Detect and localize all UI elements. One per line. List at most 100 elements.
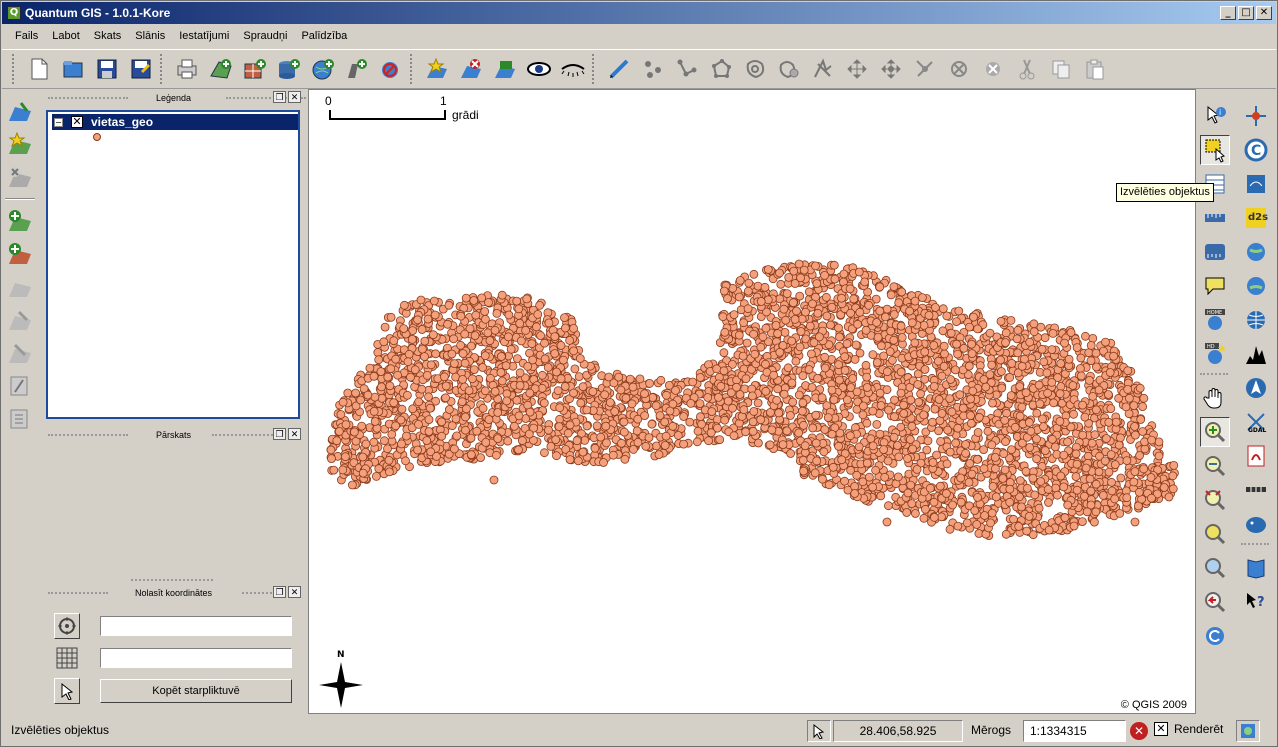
float-dock-button[interactable]: ❐ (273, 91, 286, 103)
delimited-text-icon[interactable]: d2s (1241, 203, 1271, 233)
legend-layer-row[interactable]: − ✕ vietas_geo (52, 114, 298, 130)
copy-features-icon[interactable] (1047, 55, 1075, 83)
menu-plugins[interactable]: Spraudņi (236, 30, 294, 42)
postgis-elephant-icon[interactable] (1241, 509, 1271, 539)
zoom-full-icon[interactable] (1200, 485, 1230, 515)
maximize-button[interactable]: □ (1238, 6, 1254, 20)
save-as-icon[interactable] (127, 55, 155, 83)
toolbar-grip[interactable] (592, 54, 596, 84)
delete-part-icon[interactable] (945, 55, 973, 83)
canvas-coord-field[interactable] (100, 648, 292, 668)
capture-polygon-icon[interactable] (707, 55, 735, 83)
select-features-icon[interactable] (1200, 135, 1230, 165)
remove-layer-icon[interactable] (377, 55, 405, 83)
pdf-icon[interactable] (1241, 441, 1271, 471)
measure-area-icon[interactable] (1200, 237, 1230, 267)
split-features-icon[interactable] (809, 55, 837, 83)
projection-icon[interactable] (1236, 720, 1260, 742)
add-vector-layer-icon[interactable] (5, 206, 35, 236)
add-island-icon[interactable] (775, 55, 803, 83)
map-canvas[interactable]: 0 1 grādi N © QGIS 2009 (308, 89, 1196, 714)
scale-bar-icon[interactable] (1241, 475, 1271, 505)
crs-icon[interactable] (54, 613, 80, 639)
zoom-selection-icon[interactable] (1200, 519, 1230, 549)
toolbar-grip[interactable] (410, 54, 414, 84)
hide-all-layers-icon[interactable] (457, 55, 485, 83)
hide-layer-icon[interactable] (559, 55, 587, 83)
menu-view[interactable]: Skats (87, 30, 129, 42)
edit-layer-disabled-icon-2[interactable] (5, 338, 35, 368)
new-project-icon[interactable] (25, 55, 53, 83)
menu-file[interactable]: Fails (8, 30, 45, 42)
scale-input[interactable]: 1:1334315 (1023, 720, 1126, 742)
render-checkbox[interactable]: ✕ (1154, 722, 1168, 736)
layer-visibility-checkbox[interactable]: ✕ (71, 116, 83, 128)
paste-features-icon[interactable] (1081, 55, 1109, 83)
layer-name[interactable]: vietas_geo (91, 115, 153, 129)
map-coord-field[interactable] (100, 616, 292, 636)
capture-line-icon[interactable] (605, 55, 633, 83)
dock-splitter[interactable] (131, 579, 213, 581)
wms-globe-icon[interactable] (1241, 271, 1271, 301)
legend-panel[interactable]: − ✕ vietas_geo (46, 110, 300, 419)
close-dock-button[interactable]: ✕ (288, 586, 301, 598)
float-dock-button[interactable]: ❐ (273, 428, 286, 440)
close-button[interactable]: ✕ (1256, 6, 1272, 20)
close-dock-button[interactable]: ✕ (288, 428, 301, 440)
show-layer-icon[interactable] (525, 55, 553, 83)
zoom-out-icon[interactable] (1200, 451, 1230, 481)
edit-layer-disabled-icon[interactable] (5, 305, 35, 335)
toolbar-grip[interactable] (160, 54, 164, 84)
add-vector-layer-icon[interactable] (207, 55, 235, 83)
georeferencer-icon[interactable] (1241, 101, 1271, 131)
new-vector-layer-icon[interactable] (343, 55, 371, 83)
zoom-last-icon[interactable] (1200, 587, 1230, 617)
help-book-icon[interactable] (1241, 553, 1271, 583)
move-vertex-icon[interactable] (877, 55, 905, 83)
capture-cursor-icon[interactable] (54, 678, 80, 704)
menu-edit[interactable]: Labot (45, 30, 87, 42)
layer-properties-icon[interactable] (5, 371, 35, 401)
add-postgis-layer-icon[interactable] (275, 55, 303, 83)
zoom-in-icon[interactable] (1200, 417, 1230, 447)
refresh-icon[interactable] (1200, 621, 1230, 651)
toolbar-grip[interactable] (12, 54, 16, 84)
add-wms-layer-icon[interactable] (309, 55, 337, 83)
capture-polyline-icon[interactable] (673, 55, 701, 83)
capture-point-icon[interactable] (639, 55, 667, 83)
add-ring-icon[interactable] (741, 55, 769, 83)
stop-render-icon[interactable]: ✕ (1130, 722, 1148, 740)
cut-features-icon[interactable] (1013, 55, 1041, 83)
move-feature-icon[interactable] (843, 55, 871, 83)
print-icon[interactable] (173, 55, 201, 83)
north-arrow-plugin-icon[interactable] (1241, 373, 1271, 403)
menu-help[interactable]: Palīdzība (294, 30, 354, 42)
toggle-editing-icon[interactable] (491, 55, 519, 83)
show-all-layers-icon[interactable] (423, 55, 451, 83)
pan-icon[interactable] (1200, 383, 1230, 413)
add-raster-layer-icon[interactable] (241, 55, 269, 83)
show-all-layers-icon[interactable] (5, 129, 35, 159)
delete-selected-icon[interactable] (979, 55, 1007, 83)
coordinate-capture-toggle[interactable] (807, 720, 831, 742)
copy-to-clipboard-button[interactable]: Kopēt starpliktuvē (100, 679, 292, 703)
overview-panel[interactable] (46, 445, 301, 579)
minimize-button[interactable]: _ (1220, 6, 1236, 20)
gps-tools-icon[interactable] (1241, 169, 1271, 199)
delete-vertex-icon[interactable] (911, 55, 939, 83)
gdal-tools-icon[interactable]: GDAL (1241, 407, 1271, 437)
open-project-icon[interactable] (59, 55, 87, 83)
whats-this-icon[interactable]: ? (1241, 587, 1271, 617)
add-raster-layer-icon[interactable] (5, 239, 35, 269)
collapse-icon[interactable]: − (54, 117, 63, 127)
remove-layer-icon[interactable] (5, 162, 35, 192)
globe-icon[interactable] (1241, 305, 1271, 335)
float-dock-button[interactable]: ❐ (273, 586, 286, 598)
add-layer-disabled-icon[interactable] (5, 272, 35, 302)
menu-settings[interactable]: Iestatījumi (172, 30, 236, 42)
layer-properties-icon-2[interactable] (5, 404, 35, 434)
show-bookmarks-icon[interactable]: HD (1200, 339, 1230, 369)
copyright-label-icon[interactable]: C (1241, 135, 1271, 165)
wfs-globe-icon[interactable] (1241, 237, 1271, 267)
map-tips-icon[interactable] (1200, 271, 1230, 301)
